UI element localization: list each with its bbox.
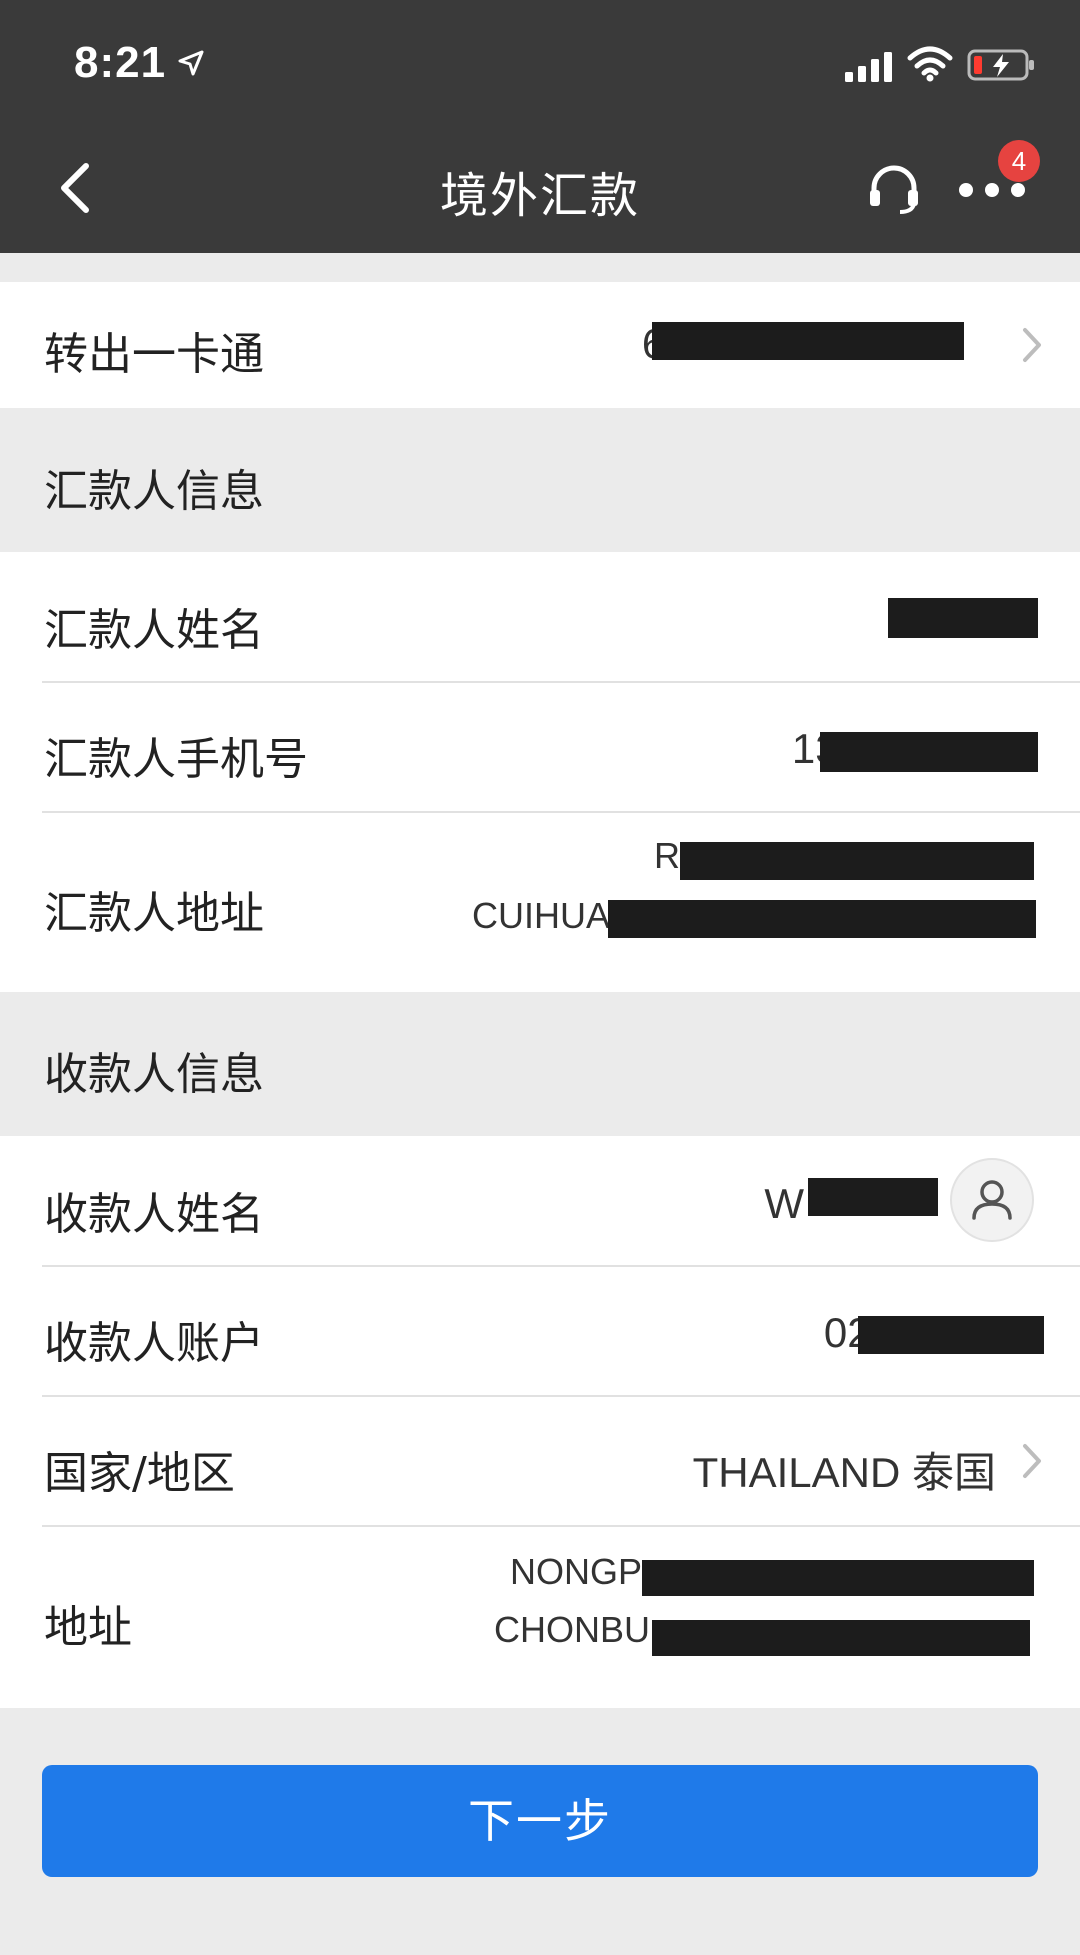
- source-card-label: 转出一卡通: [44, 329, 264, 380]
- payee-country-label: 国家/地区: [44, 1448, 235, 1499]
- wifi-icon: [907, 46, 953, 82]
- remitter-address-label: 汇款人地址: [44, 888, 264, 939]
- payee-panel: 收款人姓名 W 收款人账户 025 国家/地区 THAILAND 泰国 地址 N…: [0, 1136, 1080, 1708]
- remitter-section-title: 汇款人信息: [44, 466, 264, 517]
- remitter-panel: 汇款人姓名 L 汇款人手机号 139 汇款人地址 RM. CUIHUA: [0, 552, 1080, 992]
- headset-icon[interactable]: [866, 160, 922, 216]
- redaction-bar: [652, 322, 964, 360]
- chevron-right-icon: [1023, 328, 1041, 362]
- battery-charging-icon: [967, 49, 1034, 81]
- payee-country-value: THAILAND 泰国: [692, 1449, 996, 1496]
- more-dots-icon[interactable]: [956, 180, 1028, 200]
- payee-address-label: 地址: [44, 1602, 132, 1653]
- payee-address-line2: CHONBU: [493, 1609, 650, 1650]
- payee-address-line1: NONGP: [509, 1551, 642, 1592]
- payee-name-value: W: [764, 1180, 804, 1227]
- redaction-bar: [652, 1620, 1030, 1656]
- remitter-name-label: 汇款人姓名: [44, 605, 264, 656]
- payee-account-label: 收款人账户: [44, 1318, 264, 1369]
- redaction-bar: [642, 1560, 1034, 1596]
- payee-name-label: 收款人姓名: [44, 1189, 264, 1240]
- location-arrow-icon: [178, 50, 204, 76]
- payee-section-title: 收款人信息: [44, 1049, 264, 1100]
- remitter-address-line2: CUIHUA: [471, 895, 610, 936]
- redaction-bar: [808, 1178, 938, 1216]
- redaction-bar: [680, 842, 1034, 880]
- payee-address-row[interactable]: 地址 NONGP CHONBU: [0, 1527, 1080, 1708]
- contact-picker-button[interactable]: [950, 1158, 1034, 1242]
- source-card-row[interactable]: 转出一卡通 622: [0, 282, 1080, 408]
- remitter-phone-label: 汇款人手机号: [44, 734, 308, 785]
- source-card-panel: 转出一卡通 622: [0, 282, 1080, 408]
- header-bar: 8:21 境外汇款 4: [0, 0, 1080, 253]
- notification-badge: 4: [998, 140, 1040, 182]
- redaction-bar: [608, 900, 1036, 938]
- chevron-right-icon: [1023, 1444, 1041, 1478]
- redaction-bar: [858, 1316, 1044, 1354]
- redaction-bar: [820, 732, 1038, 772]
- next-step-button[interactable]: 下一步: [42, 1765, 1038, 1877]
- redaction-bar: [888, 598, 1038, 638]
- payee-country-row[interactable]: 国家/地区 THAILAND 泰国: [0, 1397, 1080, 1525]
- cellular-signal-icon: [845, 52, 892, 82]
- status-time: 8:21: [74, 38, 167, 87]
- person-icon: [972, 1180, 1012, 1220]
